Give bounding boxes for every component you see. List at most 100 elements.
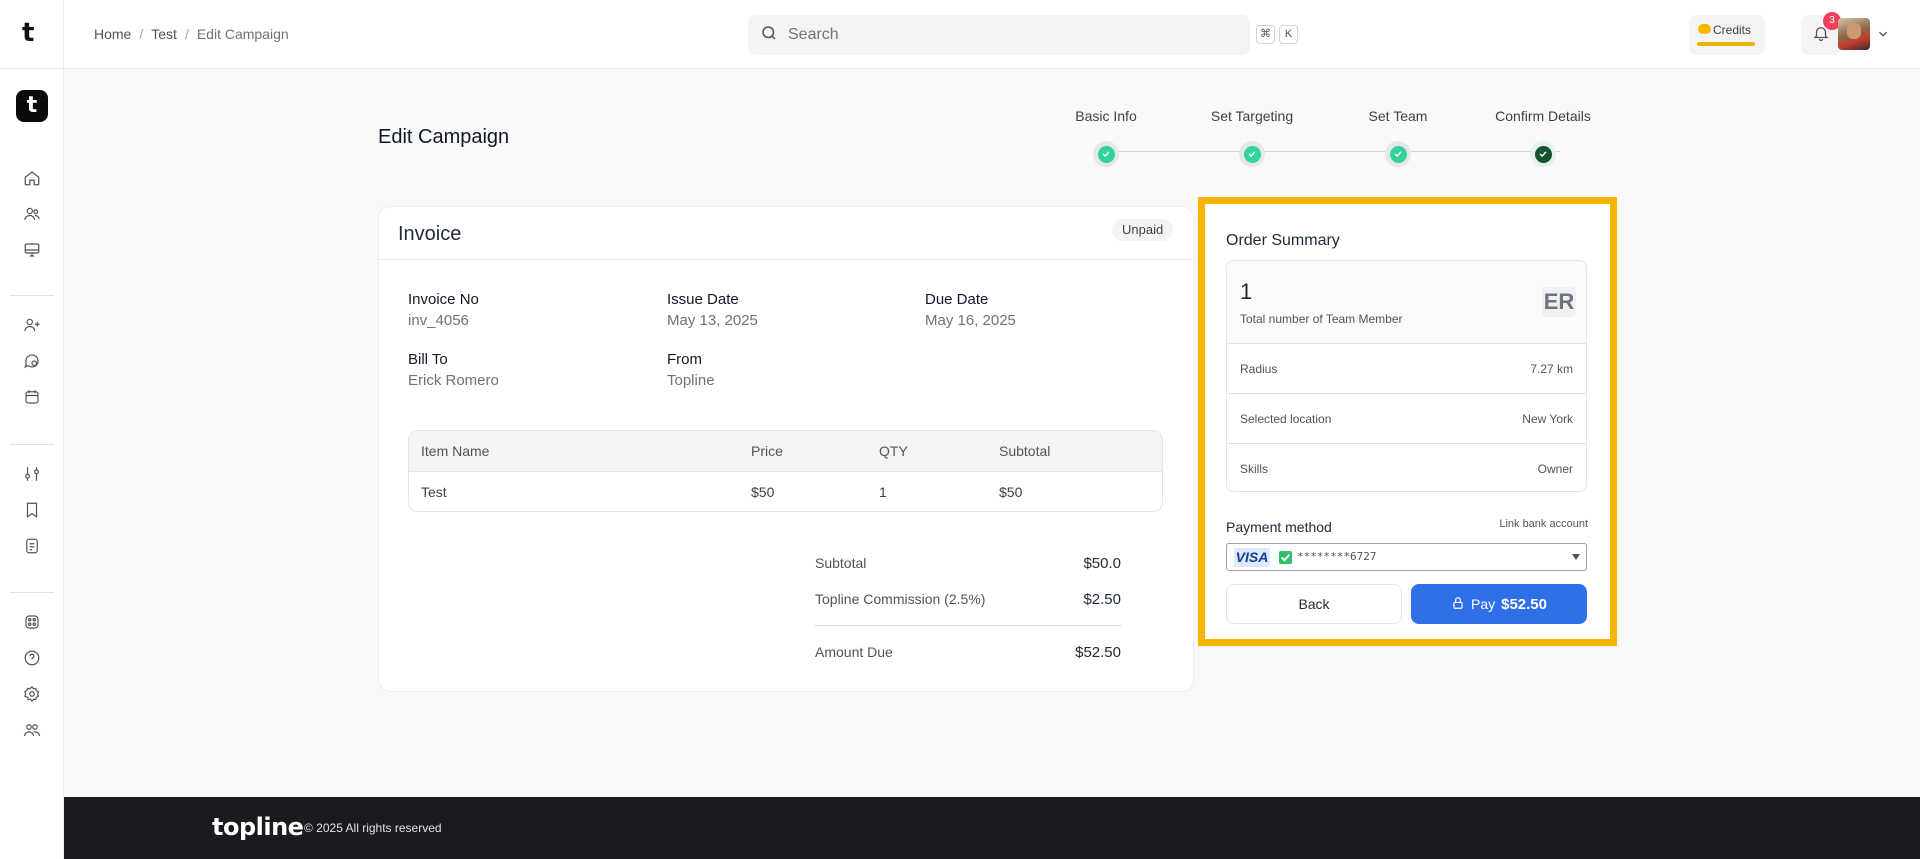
document-icon[interactable] xyxy=(21,535,43,557)
table-row: Test $50 1 $50 xyxy=(409,472,1162,511)
invoice-title: Invoice xyxy=(398,223,462,245)
summary-row-radius: Radius 7.27 km xyxy=(1227,344,1586,394)
order-summary-box: 1 Total number of Team Member ER Radius … xyxy=(1226,260,1587,492)
brand-logo[interactable]: t xyxy=(22,18,34,48)
summary-label: Selected location xyxy=(1240,412,1332,426)
step-label: Set Team xyxy=(1368,108,1428,124)
bill-to: Bill To Erick Romero xyxy=(408,351,499,389)
step-label: Basic Info xyxy=(1075,108,1137,124)
search-placeholder: Search xyxy=(788,26,839,43)
invoice-card: Invoice Unpaid Invoice No inv_4056 Issue… xyxy=(378,206,1194,692)
settings-icon[interactable] xyxy=(21,683,43,705)
users-icon[interactable] xyxy=(21,203,43,225)
pay-button[interactable]: Pay $52.50 xyxy=(1411,584,1587,624)
monitor-icon[interactable] xyxy=(21,239,43,261)
commission-value: $2.50 xyxy=(1083,591,1121,608)
page-title: Edit Campaign xyxy=(378,126,510,148)
item-price: $50 xyxy=(751,484,775,500)
pay-label: Pay xyxy=(1470,596,1496,612)
summary-value: New York xyxy=(1522,412,1573,426)
credits-label: Credits xyxy=(1713,23,1752,37)
step-current-icon xyxy=(1530,141,1556,167)
sidebar-divider xyxy=(10,444,54,445)
breadcrumb-separator: / xyxy=(139,26,144,42)
calendar-icon[interactable] xyxy=(21,386,43,408)
footer: topline © 2025 All rights reserved xyxy=(64,797,1920,859)
item-qty: 1 xyxy=(879,484,887,500)
step-set-team[interactable]: Set Team xyxy=(1333,108,1463,124)
apps-icon[interactable] xyxy=(21,611,43,633)
breadcrumb-test[interactable]: Test xyxy=(151,26,177,42)
app-logo[interactable]: t xyxy=(16,90,48,122)
coin-icon xyxy=(1698,24,1711,34)
stepper-line xyxy=(1106,151,1560,152)
item-subtotal: $50 xyxy=(999,484,1023,500)
team-count: 1 xyxy=(1240,279,1253,304)
payment-method-select[interactable]: VISA ********6727 xyxy=(1226,543,1587,571)
issue-date-value: May 13, 2025 xyxy=(667,312,758,329)
command-key: ⌘ xyxy=(1256,25,1275,44)
column-header: QTY xyxy=(879,443,908,459)
step-label: Confirm Details xyxy=(1495,108,1591,124)
column-header: Price xyxy=(751,443,783,459)
team-count-section: 1 Total number of Team Member ER xyxy=(1227,261,1586,344)
order-summary-title: Order Summary xyxy=(1226,232,1340,249)
order-summary-panel: Order Summary 1 Total number of Team Mem… xyxy=(1198,197,1617,646)
issue-date: Issue Date May 13, 2025 xyxy=(667,291,758,329)
sidebar: t t xyxy=(0,0,64,859)
link-bank-account-link[interactable]: Link bank account xyxy=(1499,518,1588,530)
chat-icon[interactable] xyxy=(21,350,43,372)
search-icon xyxy=(760,24,778,47)
bookmark-icon[interactable] xyxy=(21,499,43,521)
credits-button[interactable]: Credits xyxy=(1689,15,1765,55)
notifications-button[interactable]: 3 xyxy=(1801,12,1841,55)
due-date-label: Due Date xyxy=(925,291,989,308)
step-complete-icon xyxy=(1239,141,1265,167)
team-count-label: Total number of Team Member xyxy=(1240,312,1403,326)
payment-method-label: Payment method xyxy=(1226,519,1332,535)
step-basic-info[interactable]: Basic Info xyxy=(1041,108,1171,124)
invoice-number: Invoice No inv_4056 xyxy=(408,291,479,329)
summary-row-location: Selected location New York xyxy=(1227,394,1586,444)
team-icon[interactable] xyxy=(21,719,43,741)
breadcrumb-home[interactable]: Home xyxy=(94,26,131,42)
sliders-icon[interactable] xyxy=(21,463,43,485)
invoice-header: Invoice Unpaid xyxy=(379,207,1193,260)
chevron-down-icon[interactable] xyxy=(1876,27,1890,46)
breadcrumb: Home / Test / Edit Campaign xyxy=(94,26,289,42)
from-value: Topline xyxy=(667,372,715,389)
from: From Topline xyxy=(667,351,715,389)
user-plus-icon[interactable] xyxy=(21,314,43,336)
topbar: Home / Test / Edit Campaign Search ⌘ K C… xyxy=(64,0,1920,69)
credits-progress xyxy=(1697,42,1755,46)
bill-to-label: Bill To xyxy=(408,351,448,368)
step-complete-icon xyxy=(1385,141,1411,167)
items-table: Item Name Price QTY Subtotal Test $50 1 … xyxy=(408,430,1163,512)
avatar[interactable] xyxy=(1838,18,1870,50)
summary-value: 7.27 km xyxy=(1530,362,1573,376)
step-set-targeting[interactable]: Set Targeting xyxy=(1187,108,1317,124)
avatar-face xyxy=(1847,23,1861,39)
step-label: Set Targeting xyxy=(1210,108,1294,124)
stepper: Basic Info Set Targeting Set Team Confir… xyxy=(1060,108,1620,168)
commission-label: Topline Commission (2.5%) xyxy=(815,591,986,607)
dropdown-caret-icon xyxy=(1572,554,1580,560)
back-button[interactable]: Back xyxy=(1226,584,1402,624)
subtotal-label: Subtotal xyxy=(815,555,867,571)
help-icon[interactable] xyxy=(21,647,43,669)
sidebar-divider xyxy=(10,295,54,296)
search-input[interactable]: Search ⌘ K xyxy=(748,15,1298,55)
summary-label: Radius xyxy=(1240,362,1278,376)
card-number: ********6727 xyxy=(1297,550,1377,563)
issue-date-label: Issue Date xyxy=(667,291,739,308)
table-header: Item Name Price QTY Subtotal xyxy=(409,431,1162,472)
footer-logo: topline xyxy=(212,813,304,841)
status-badge: Unpaid xyxy=(1112,219,1174,241)
check-icon xyxy=(1279,551,1292,564)
sidebar-divider xyxy=(0,68,64,69)
column-header: Subtotal xyxy=(999,443,1051,459)
home-icon[interactable] xyxy=(21,167,43,189)
invoice-number-label: Invoice No xyxy=(408,291,479,308)
lock-icon xyxy=(1451,596,1465,613)
step-confirm-details[interactable]: Confirm Details xyxy=(1478,108,1608,124)
